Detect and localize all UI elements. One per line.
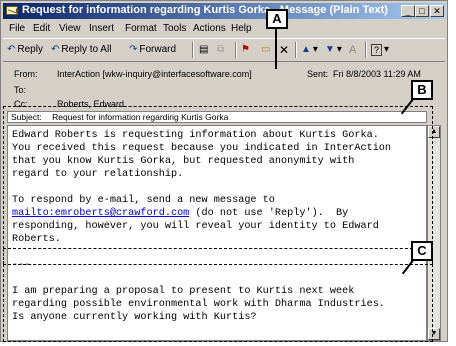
- flag-button[interactable]: ⚑: [241, 41, 250, 58]
- title-bar[interactable]: Request for information regarding Kurtis…: [3, 3, 445, 19]
- delete-button[interactable]: ✕: [279, 41, 289, 58]
- from-value[interactable]: InterAction [wkw-inquiry@interfacesoftwa…: [57, 69, 252, 79]
- callout-c: C: [411, 241, 433, 261]
- forward-label: Forward: [139, 44, 177, 55]
- font-size-icon: A: [349, 43, 357, 56]
- toolbar-separator: [192, 42, 194, 58]
- region-c-outline: [3, 264, 433, 342]
- chevron-down-icon: ▾: [312, 44, 318, 55]
- menu-help[interactable]: Help: [231, 23, 252, 34]
- maximize-button[interactable]: □: [415, 5, 429, 17]
- menu-format[interactable]: Format: [125, 23, 157, 34]
- chevron-down-icon: ▾: [384, 44, 390, 55]
- copy-button[interactable]: ⧉: [217, 41, 224, 58]
- minimize-button[interactable]: _: [401, 5, 415, 17]
- menu-bar: File Edit View Insert Format Tools Actio…: [3, 21, 445, 37]
- reply-all-button[interactable]: ↶ Reply to All: [51, 41, 111, 58]
- reply-all-icon: ↶: [51, 44, 60, 55]
- next-item-button[interactable]: ▼ ▾: [325, 41, 342, 58]
- copy-icon: ⧉: [217, 44, 225, 55]
- reply-icon: ↶: [7, 44, 16, 55]
- envelope-icon: [6, 6, 18, 15]
- toolbar-separator: [235, 42, 237, 58]
- to-label: To:: [14, 85, 27, 95]
- callout-a: A: [266, 9, 288, 29]
- move-to-folder-button[interactable]: ▭: [261, 41, 270, 58]
- down-arrow-icon: ▼: [325, 44, 335, 55]
- toolbar-separator: [365, 42, 367, 58]
- flag-icon: ⚑: [241, 44, 250, 55]
- print-button[interactable]: ▤: [199, 41, 208, 58]
- window-title: Request for information regarding Kurtis…: [22, 4, 388, 16]
- from-label: From:: [14, 69, 38, 79]
- menu-view[interactable]: View: [59, 23, 81, 34]
- toolbar: ↶ Reply ↶ Reply to All ↷ Forward ▤ ⧉ ⚑ ▭…: [3, 38, 445, 62]
- menu-actions[interactable]: Actions: [193, 23, 226, 34]
- close-button[interactable]: ✕: [430, 5, 444, 17]
- reply-all-label: Reply to All: [61, 44, 112, 55]
- help-icon: ?: [371, 43, 383, 56]
- toolbar-separator: [295, 42, 297, 58]
- printer-icon: ▤: [199, 44, 209, 55]
- up-arrow-icon: ▲: [301, 44, 311, 55]
- previous-item-button[interactable]: ▲ ▾: [301, 41, 318, 58]
- menu-insert[interactable]: Insert: [89, 23, 114, 34]
- menu-tools[interactable]: Tools: [163, 23, 186, 34]
- sent-value: Fri 8/8/2003 11:29 AM: [333, 69, 421, 79]
- font-size-button[interactable]: A: [349, 41, 356, 58]
- forward-icon: ↷: [129, 44, 138, 55]
- reply-label: Reply: [17, 44, 43, 55]
- separator-gap-outline: [3, 249, 433, 264]
- help-button[interactable]: ? ▾: [371, 41, 389, 58]
- menu-file[interactable]: File: [9, 23, 25, 34]
- menu-edit[interactable]: Edit: [33, 23, 50, 34]
- folder-icon: ▭: [261, 44, 271, 55]
- delete-icon: ✕: [279, 42, 290, 57]
- forward-button[interactable]: ↷ Forward: [129, 41, 176, 58]
- chevron-down-icon: ▾: [336, 44, 342, 55]
- region-b-outline: [3, 106, 433, 249]
- callout-b: B: [411, 80, 433, 100]
- sent-label: Sent:: [307, 69, 329, 79]
- reply-button[interactable]: ↶ Reply: [7, 41, 43, 58]
- callout-a-leader: [275, 29, 277, 69]
